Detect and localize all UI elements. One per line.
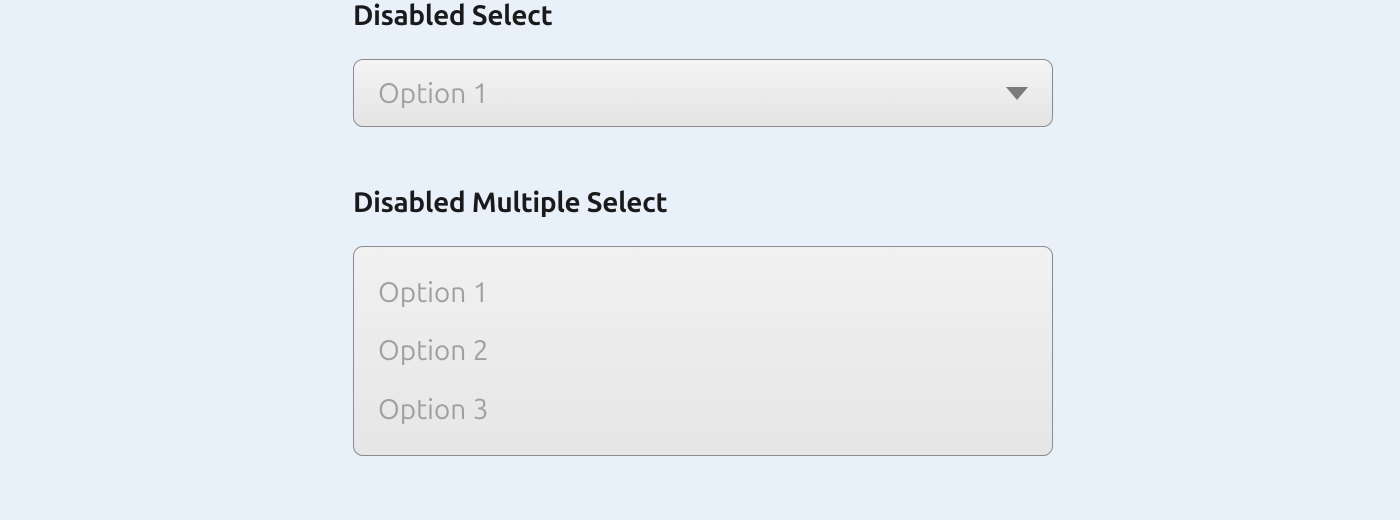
disabled-multi-select-label: Disabled Multiple Select [353,187,1053,218]
multi-option: Option 2 [378,331,1028,370]
disabled-select: Option 1 [353,59,1053,127]
disabled-select-value: Option 1 [378,78,489,109]
multi-option: Option 1 [378,273,1028,312]
disabled-select-group: Disabled Select Option 1 [353,0,1053,127]
chevron-down-icon [1006,87,1028,100]
multi-option: Option 3 [378,390,1028,429]
disabled-select-label: Disabled Select [353,0,1053,31]
disabled-multi-select-group: Disabled Multiple Select Option 1 Option… [353,187,1053,456]
disabled-multi-select: Option 1 Option 2 Option 3 [353,246,1053,456]
